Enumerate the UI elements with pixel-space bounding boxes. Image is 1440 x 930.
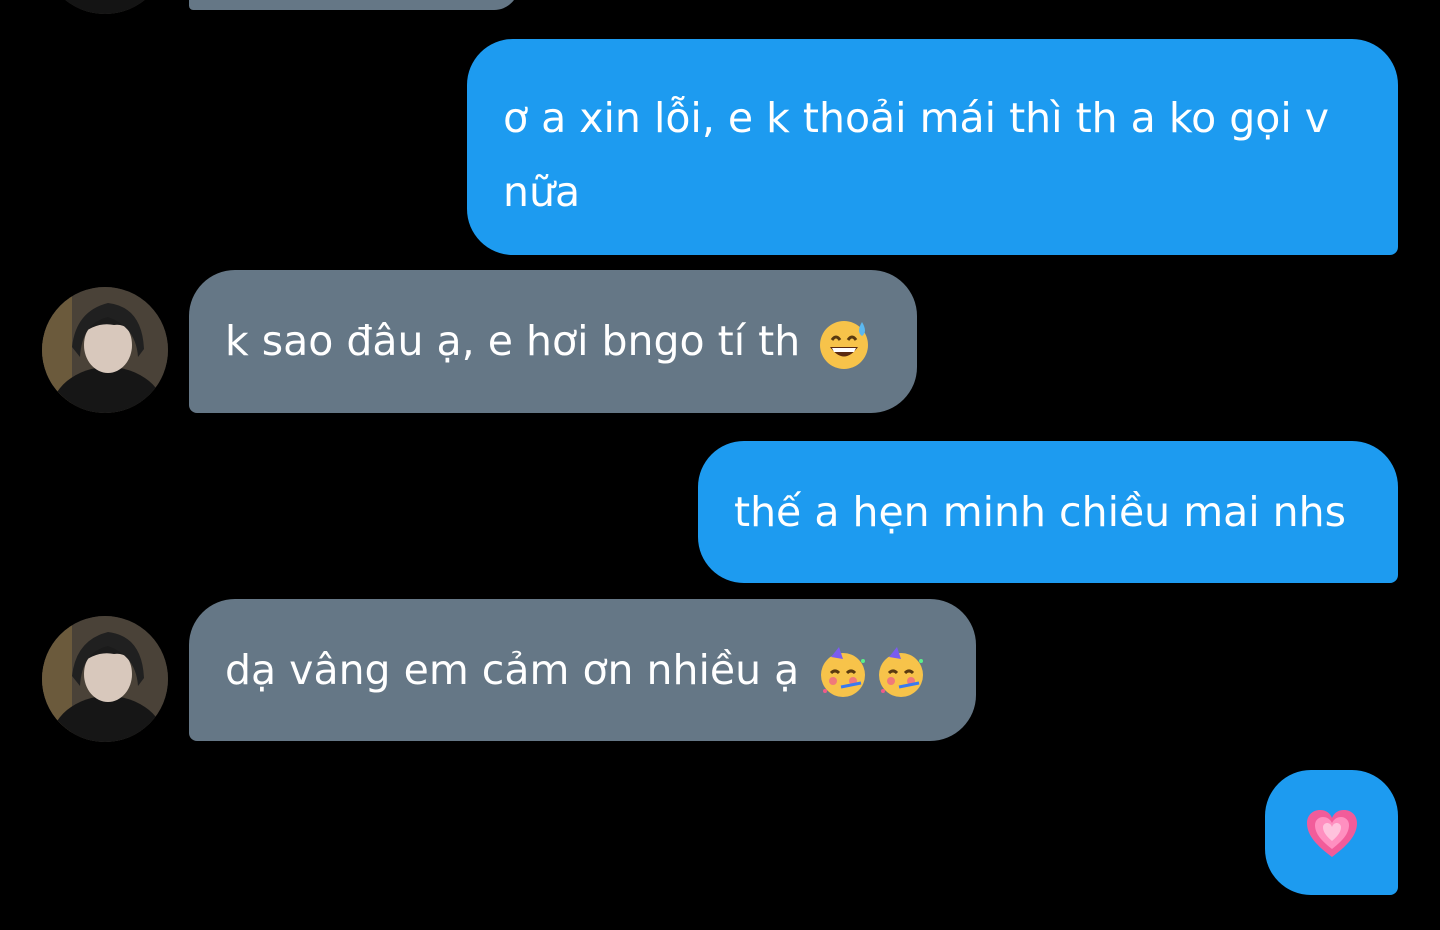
message-text: thế a hẹn minh chiều mai nhs (734, 488, 1347, 536)
message-bubble-incoming-partial[interactable] (189, 0, 519, 10)
message-text: dạ vâng em cảm ơn nhiều ạ (225, 646, 800, 694)
contact-avatar[interactable] (42, 616, 168, 742)
contact-avatar-top[interactable] (42, 0, 168, 14)
growing-heart-icon (1305, 808, 1359, 858)
message-bubble-incoming[interactable]: dạ vâng em cảm ơn nhiều ạ (189, 599, 976, 741)
partying-face-icon (875, 646, 927, 699)
message-bubble-incoming[interactable]: k sao đâu ạ, e hơi bngo tí th (189, 270, 917, 413)
message-text: k sao đâu ạ, e hơi bngo tí th (225, 317, 801, 365)
message-bubble-outgoing[interactable]: ơ a xin lỗi, e k thoải mái thì th a ko g… (467, 39, 1398, 255)
contact-avatar[interactable] (42, 287, 168, 413)
message-text-line: nữa (503, 168, 581, 216)
message-bubble-outgoing[interactable] (1265, 770, 1398, 895)
grinning-face-with-sweat-icon (818, 318, 870, 370)
message-text-line: ơ a xin lỗi, e k thoải mái thì th a ko g… (503, 94, 1330, 142)
partying-face-icon (817, 646, 869, 699)
message-bubble-outgoing[interactable]: thế a hẹn minh chiều mai nhs (698, 441, 1398, 583)
